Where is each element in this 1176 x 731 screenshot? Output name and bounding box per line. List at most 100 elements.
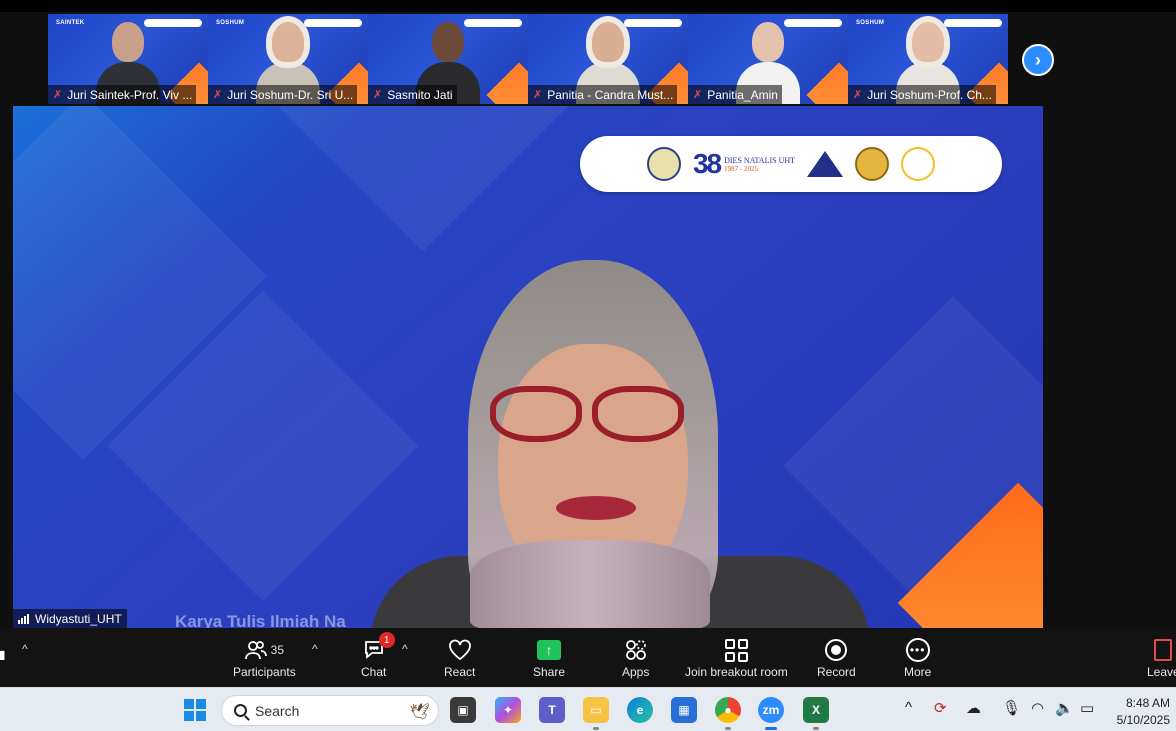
event-banner: 38 DIES NATALIS UHT 1987 - 2025 (580, 136, 1002, 192)
participant-tile[interactable]: ✗ Panitia - Candra Must... (528, 14, 688, 104)
anniversary-number: 38 (692, 148, 722, 179)
record-label: Record (817, 665, 856, 679)
share-label: Share (533, 665, 566, 679)
taskbar-clock[interactable]: 8:48 AM 5/10/2025 (1106, 695, 1170, 729)
clock-time: 8:48 AM (1125, 696, 1170, 710)
breakout-label: Join breakout room (685, 665, 788, 679)
excel-icon[interactable]: X (803, 697, 829, 730)
zoom-app-icon[interactable]: zm (758, 697, 784, 730)
mic-muted-icon: ✗ (373, 89, 383, 101)
more-dots-icon: ••• (905, 638, 930, 662)
video-button-partial[interactable]: ◼ (0, 642, 6, 666)
chrome-icon[interactable]: ● (715, 697, 741, 730)
show-hidden-icons-chevron[interactable]: ^ (905, 699, 912, 716)
tile-tag: SAINTEK (56, 20, 85, 26)
mic-muted-icon: ✗ (693, 89, 703, 101)
copilot-icon[interactable]: ✦ (495, 697, 521, 723)
participant-name: Sasmito Jati (387, 87, 453, 102)
video-camera-icon: ◼ (0, 642, 6, 666)
participant-name: Juri Soshum-Dr. Sri U... (227, 87, 354, 102)
sync-status-icon[interactable]: ⟳ (934, 699, 947, 717)
active-speaker-video[interactable]: 38 DIES NATALIS UHT 1987 - 2025 (13, 106, 1043, 628)
participants-button[interactable]: 35 Participants (233, 638, 296, 679)
participant-name-label: ✗ Juri Saintek-Prof. Viv ... (48, 85, 197, 104)
signal-strength-icon (18, 613, 29, 624)
mountain-logo (807, 151, 844, 177)
ribbon-badge-logo (901, 147, 936, 181)
participant-name-label: ✗ Juri Soshum-Dr. Sri U... (208, 85, 358, 104)
search-icon (234, 704, 247, 717)
leave-label: Leave (1147, 665, 1176, 679)
clock-date: 5/10/2025 (1116, 713, 1170, 727)
teams-icon[interactable]: T (539, 697, 565, 723)
record-icon (825, 639, 848, 661)
tile-tag: SOSHUM (216, 20, 245, 26)
video-options-caret[interactable]: ^ (22, 642, 28, 656)
react-label: React (444, 665, 476, 679)
speaker-figure (370, 260, 870, 628)
participant-tile[interactable]: ✗ Panitia_Amin (688, 14, 848, 104)
windows-taskbar: Search 🕊 ▣ ✦ T ▭ e ▦ ● zm X ^ ⟳ ☁ 🎙 ◠ 🔈 … (0, 687, 1176, 731)
taskbar-search-box[interactable]: Search 🕊 (221, 695, 439, 726)
participant-name-label: ✗ Juri Soshum-Prof. Ch... (848, 85, 996, 104)
onedrive-cloud-icon[interactable]: ☁ (966, 699, 981, 717)
chat-icon: 1 (363, 632, 395, 662)
windows-start-icon[interactable] (184, 699, 206, 721)
participants-icon: 35 (244, 638, 285, 662)
participant-name: Juri Saintek-Prof. Viv ... (67, 87, 193, 102)
speaker-glasses (480, 386, 690, 442)
leave-button[interactable]: Leave (1147, 638, 1176, 679)
participant-tile[interactable]: ✗ Sasmito Jati (368, 14, 528, 104)
mic-muted-icon: ✗ (213, 89, 223, 101)
join-breakout-room-button[interactable]: Join breakout room (685, 638, 788, 679)
tile-tag: SOSHUM (856, 20, 885, 26)
participant-name-label: ✗ Sasmito Jati (368, 85, 457, 104)
participants-count: 35 (270, 643, 285, 657)
participants-label: Participants (233, 665, 296, 679)
participant-tile[interactable]: SAINTEK ✗ Juri Saintek-Prof. Viv ... (48, 14, 208, 104)
participants-options-caret[interactable]: ^ (312, 642, 318, 656)
speaker-mouth (556, 496, 636, 520)
apps-button[interactable]: Apps (622, 638, 649, 679)
participant-tile[interactable]: SOSHUM ✗ Juri Soshum-Dr. Sri U... (208, 14, 368, 104)
share-button[interactable]: ↑ Share (533, 638, 565, 679)
participant-tile[interactable]: SOSHUM ✗ Juri Soshum-Prof. Ch... (848, 14, 1008, 104)
participant-name: Juri Soshum-Prof. Ch... (867, 87, 992, 102)
search-placeholder: Search (255, 702, 300, 719)
edge-browser-icon[interactable]: e (627, 697, 653, 723)
share-arrow-icon: ↑ (537, 640, 562, 660)
more-button[interactable]: ••• More (904, 638, 931, 679)
file-explorer-icon[interactable]: ▭ (583, 697, 609, 730)
participant-name-label: ✗ Panitia_Amin (688, 85, 782, 104)
anniversary-title: DIES NATALIS UHT (724, 155, 796, 165)
heart-icon (448, 638, 472, 662)
participant-name: Panitia_Amin (707, 87, 778, 102)
volume-icon[interactable]: 🔈 (1055, 699, 1074, 717)
leave-door-icon (1154, 639, 1173, 661)
battery-icon[interactable]: ▭ (1080, 699, 1094, 717)
microsoft-store-icon[interactable]: ▦ (671, 697, 697, 723)
next-page-button[interactable]: › (1022, 44, 1054, 76)
participant-name: Panitia - Candra Must... (547, 87, 674, 102)
breakout-grid-icon (724, 638, 748, 662)
mic-muted-icon: ✗ (53, 89, 63, 101)
chat-unread-badge: 1 (378, 632, 395, 648)
participant-name-label: ✗ Panitia - Candra Must... (528, 85, 678, 104)
speaker-scarf (470, 540, 710, 628)
wifi-icon[interactable]: ◠ (1031, 699, 1044, 717)
search-highlight-bird-icon: 🕊 (409, 704, 430, 721)
chevron-right-icon: › (1035, 49, 1041, 70)
meeting-toolbar: ◼ ^ 35 Participants ^ 1 Chat ^ React ↑ S… (0, 628, 1176, 687)
microphone-icon[interactable]: 🎙 (1002, 699, 1021, 717)
participant-strip: SAINTEK ✗ Juri Saintek-Prof. Viv ... SOSHUM… (48, 14, 1008, 104)
chat-button[interactable]: 1 Chat (361, 632, 395, 679)
react-button[interactable]: React (444, 638, 475, 679)
university-seal-logo (646, 147, 681, 181)
chat-label: Chat (361, 665, 387, 679)
speaker-name-label: Widyastuti_UHT (13, 609, 127, 628)
gold-badge-logo (855, 147, 890, 181)
record-button[interactable]: Record (817, 638, 856, 679)
chat-options-caret[interactable]: ^ (402, 642, 408, 656)
dies-natalis-logo: 38 DIES NATALIS UHT 1987 - 2025 (693, 148, 795, 180)
task-view-icon[interactable]: ▣ (450, 697, 476, 723)
